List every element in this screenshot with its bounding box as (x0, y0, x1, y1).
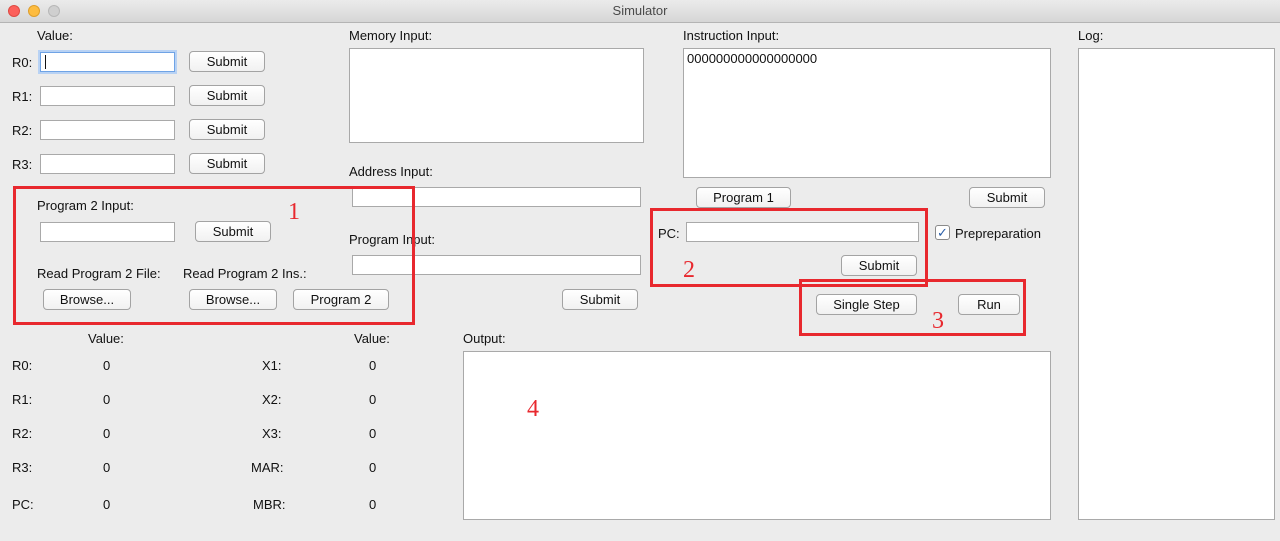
register-value-header: Value: (37, 28, 73, 43)
prepreparation-checkbox[interactable]: ✓ (935, 225, 950, 240)
pc-display-value: 0 (103, 497, 111, 512)
r1-submit-button[interactable]: Submit (189, 85, 265, 106)
memory-input[interactable] (349, 48, 644, 143)
checkmark-icon: ✓ (937, 225, 948, 240)
log-area[interactable] (1078, 48, 1275, 520)
r0-input-label: R0: (12, 55, 33, 70)
r1-display-label: R1: (12, 392, 33, 407)
r2-display-label: R2: (12, 426, 33, 441)
instruction-submit-button[interactable]: Submit (969, 187, 1045, 208)
annotation-box-3 (799, 279, 1026, 336)
register-display-header-left: Value: (88, 331, 124, 346)
mbr-display-label: MBR: (253, 497, 286, 512)
mar-display-value: 0 (369, 460, 377, 475)
x3-display-label: X3: (262, 426, 282, 441)
register-display-header-right: Value: (354, 331, 390, 346)
annotation-box-1 (13, 186, 415, 325)
program-input-submit-button[interactable]: Submit (562, 289, 638, 310)
r0-display-value: 0 (103, 358, 111, 373)
prepreparation-label: Prepreparation (955, 226, 1041, 241)
r2-input[interactable] (40, 120, 175, 140)
memory-input-label: Memory Input: (349, 28, 433, 43)
r3-submit-button[interactable]: Submit (189, 153, 265, 174)
mar-display-label: MAR: (251, 460, 284, 475)
r2-input-label: R2: (12, 123, 33, 138)
program1-button[interactable]: Program 1 (696, 187, 791, 208)
output-area[interactable] (463, 351, 1051, 520)
log-label: Log: (1078, 28, 1104, 43)
r2-display-value: 0 (103, 426, 111, 441)
r3-display-value: 0 (103, 460, 111, 475)
address-input-label: Address Input: (349, 164, 433, 179)
x1-display-value: 0 (369, 358, 377, 373)
r3-input-label: R3: (12, 157, 33, 172)
instruction-input[interactable]: 000000000000000000 (683, 48, 1051, 178)
x3-display-value: 0 (369, 426, 377, 441)
annotation-number-4: 4 (527, 396, 539, 422)
title-bar: Simulator (0, 0, 1280, 23)
r1-display-value: 0 (103, 392, 111, 407)
r0-input[interactable] (40, 52, 175, 72)
r2-submit-button[interactable]: Submit (189, 119, 265, 140)
x2-display-label: X2: (262, 392, 282, 407)
r0-display-label: R0: (12, 358, 33, 373)
r3-input[interactable] (40, 154, 175, 174)
annotation-number-3: 3 (932, 308, 944, 334)
x1-display-label: X1: (262, 358, 282, 373)
output-label: Output: (463, 331, 506, 346)
pc-display-label: PC: (12, 497, 34, 512)
window-title: Simulator (612, 3, 668, 18)
r1-input-label: R1: (12, 89, 33, 104)
annotation-number-1: 1 (288, 199, 300, 225)
instruction-input-label: Instruction Input: (683, 28, 780, 43)
r1-input[interactable] (40, 86, 175, 106)
r3-display-label: R3: (12, 460, 33, 475)
mbr-display-value: 0 (369, 497, 377, 512)
annotation-number-2: 2 (683, 257, 695, 283)
r0-submit-button[interactable]: Submit (189, 51, 265, 72)
x2-display-value: 0 (369, 392, 377, 407)
text-caret (45, 55, 46, 69)
